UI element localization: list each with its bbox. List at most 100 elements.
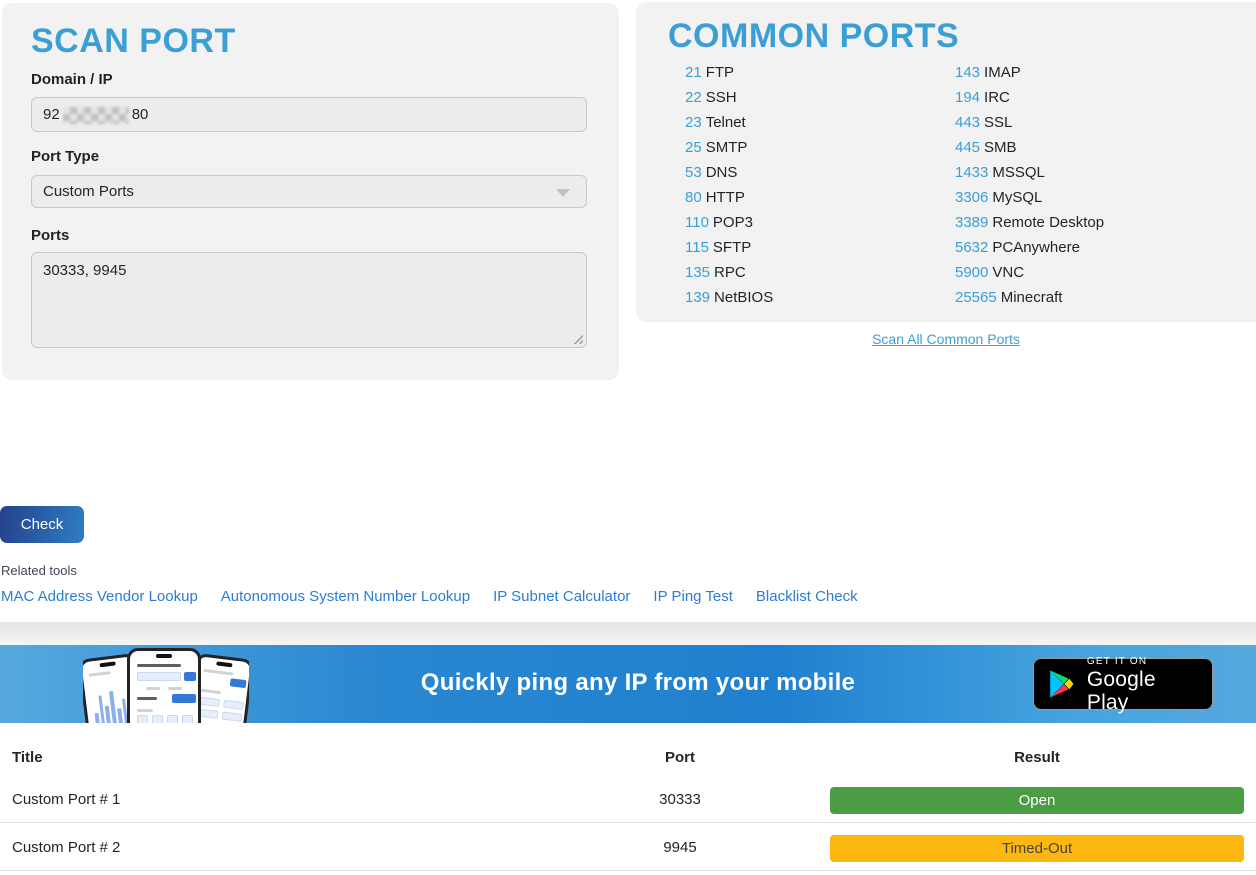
port-name: POP3 (713, 214, 753, 231)
common-port-item: 194IRC (955, 85, 1104, 110)
common-port-item: 5632PCAnywhere (955, 235, 1104, 260)
port-type-label: Port Type (31, 148, 99, 165)
related-tool-link[interactable]: MAC Address Vendor Lookup (1, 588, 198, 605)
google-play-badge[interactable]: GET IT ON Google Play (1033, 658, 1213, 710)
common-ports-column-1: 21FTP 22SSH 23Telnet 25SMTP 53DNS (685, 60, 773, 310)
phone-deco (146, 687, 160, 690)
row-divider (0, 870, 1256, 871)
port-name: Minecraft (1001, 289, 1063, 306)
port-name: SFTP (713, 239, 751, 256)
port-number: 139 (685, 289, 710, 306)
common-port-item: 3306MySQL (955, 185, 1104, 210)
phone-deco (168, 687, 182, 690)
port-number: 53 (685, 164, 702, 181)
port-number: 3306 (955, 189, 988, 206)
chevron-down-icon (556, 189, 570, 197)
phone-deco (197, 722, 231, 723)
phone-deco (172, 694, 196, 703)
port-name: SSH (706, 89, 737, 106)
common-port-item: 139NetBIOS (685, 285, 773, 310)
phone-notch (216, 661, 232, 667)
common-ports-panel: COMMON PORTS 21FTP 22SSH 23Telnet 25SMTP (636, 2, 1256, 322)
phone-deco (152, 715, 163, 723)
common-port-item: 21FTP (685, 60, 773, 85)
port-name: SSL (984, 114, 1012, 131)
port-number: 443 (955, 114, 980, 131)
port-number: 23 (685, 114, 702, 131)
common-ports-title: COMMON PORTS (668, 16, 959, 56)
common-port-item: 25565Minecraft (955, 285, 1104, 310)
ports-label: Ports (31, 227, 69, 244)
port-number: 80 (685, 189, 702, 206)
ports-textarea[interactable]: 30333, 9945 (31, 252, 587, 348)
phone-deco (167, 715, 178, 723)
mobile-app-banner: Quickly ping any IP from your mobile GET… (0, 645, 1256, 723)
port-name: PCAnywhere (992, 239, 1080, 256)
result-status-badge-timed-out: Timed-Out (830, 835, 1244, 862)
related-tool-link[interactable]: IP Subnet Calculator (493, 588, 630, 605)
port-name: MSSQL (992, 164, 1045, 181)
phone-deco (137, 672, 181, 681)
common-port-item: 80HTTP (685, 185, 773, 210)
result-title-cell: Custom Port # 2 (12, 839, 120, 856)
port-number: 1433 (955, 164, 988, 181)
google-play-get-it-on: GET IT ON (1087, 655, 1199, 668)
result-status-badge-open: Open (830, 787, 1244, 814)
port-number: 445 (955, 139, 980, 156)
check-button[interactable]: Check (0, 506, 84, 543)
port-number: 22 (685, 89, 702, 106)
google-play-text: GET IT ON Google Play (1087, 655, 1199, 714)
port-number: 21 (685, 64, 702, 81)
port-name: Telnet (706, 114, 746, 131)
ports-value: 30333, 9945 (43, 262, 126, 279)
scan-all-common-ports-link[interactable]: Scan All Common Ports (636, 331, 1256, 347)
domain-ip-value-prefix: 92 (43, 106, 60, 123)
phone-deco (222, 712, 243, 722)
row-divider (0, 822, 1256, 823)
common-port-item: 53DNS (685, 160, 773, 185)
port-number: 5632 (955, 239, 988, 256)
phone-notch (99, 661, 115, 667)
related-tool-link[interactable]: Blacklist Check (756, 588, 858, 605)
section-divider-strip (0, 622, 1256, 645)
common-port-item: 5900VNC (955, 260, 1104, 285)
port-number: 143 (955, 64, 980, 81)
common-port-item: 23Telnet (685, 110, 773, 135)
port-name: SMTP (706, 139, 748, 156)
resize-handle-icon[interactable] (572, 333, 583, 344)
port-number: 3389 (955, 214, 988, 231)
phone-deco (137, 664, 181, 667)
port-name: NetBIOS (714, 289, 773, 306)
phone-deco (184, 672, 196, 681)
domain-ip-value-suffix: 80 (132, 106, 149, 123)
common-port-item: 110POP3 (685, 210, 773, 235)
scan-port-title: SCAN PORT (31, 21, 236, 61)
domain-ip-input[interactable]: 92 80 (31, 97, 587, 132)
port-name: SMB (984, 139, 1017, 156)
port-name: MySQL (992, 189, 1042, 206)
related-tools-links: MAC Address Vendor Lookup Autonomous Sys… (1, 588, 858, 605)
related-tool-link[interactable]: Autonomous System Number Lookup (221, 588, 470, 605)
phone-deco (223, 700, 244, 710)
phone-deco (137, 709, 153, 712)
related-tool-link[interactable]: IP Ping Test (653, 588, 733, 605)
common-port-item: 25SMTP (685, 135, 773, 160)
common-port-item: 3389Remote Desktop (955, 210, 1104, 235)
google-play-wordmark: Google Play (1087, 668, 1199, 714)
port-number: 194 (955, 89, 980, 106)
scan-port-panel: SCAN PORT Domain / IP 92 80 Port Type Cus… (2, 3, 619, 380)
google-play-icon (1047, 667, 1076, 701)
port-type-selected-value: Custom Ports (43, 183, 134, 200)
port-scanner-page: SCAN PORT Domain / IP 92 80 Port Type Cus… (0, 0, 1256, 875)
port-name: Remote Desktop (992, 214, 1104, 231)
phone-notch (156, 654, 172, 658)
port-name: IRC (984, 89, 1010, 106)
port-type-select[interactable]: Custom Ports (31, 175, 587, 208)
related-tools-heading: Related tools (1, 563, 77, 578)
port-name: IMAP (984, 64, 1021, 81)
port-number: 5900 (955, 264, 988, 281)
domain-ip-label: Domain / IP (31, 71, 113, 88)
results-header-result: Result (830, 749, 1244, 766)
result-title-cell: Custom Port # 1 (12, 791, 120, 808)
results-header-title: Title (12, 749, 43, 766)
